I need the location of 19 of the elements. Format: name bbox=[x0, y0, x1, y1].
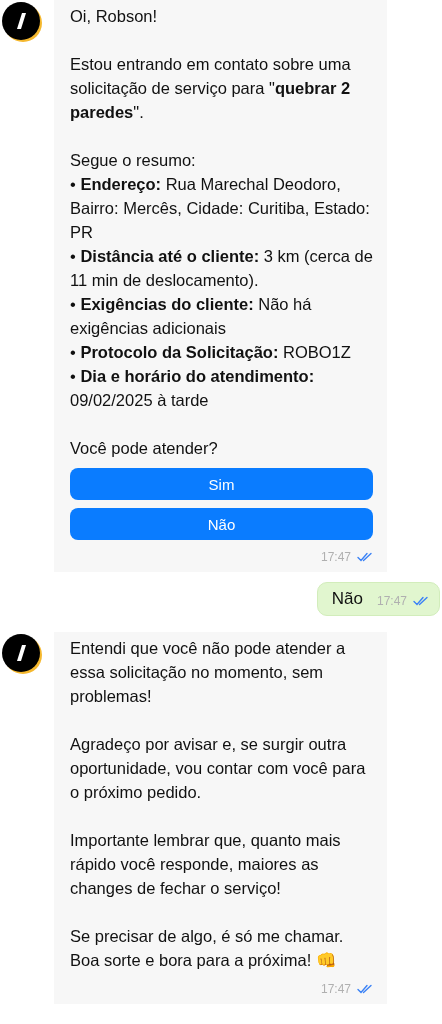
message-text: Entendi que você não pode atender a essa solicitação no momento, sem problemas! bbox=[70, 638, 347, 707]
summary-item: • Protocolo da Solicitação: ROBO1Z bbox=[70, 342, 352, 363]
message-text: Se precisar de algo, é só me chamar. Boa sorte e bora para a próxima! 👊 bbox=[70, 926, 345, 971]
message-time: 17:47 bbox=[320, 550, 351, 564]
message-text: Estou entrando em contato sobre uma solicitação de serviço para "quebrar 2 paredes". bbox=[70, 54, 352, 123]
message-text: Você pode atender? bbox=[70, 438, 219, 459]
summary-item: • Distância até o cliente: 3 km (cerca de 11 min de deslocamento). bbox=[70, 246, 373, 291]
message-text: Oi, Robson! bbox=[70, 6, 159, 27]
message-text: Não bbox=[331, 589, 363, 609]
message-time: 17:47 bbox=[376, 594, 407, 608]
summary-item: • Dia e horário do atendimento: 09/02/2025 à tarde bbox=[70, 366, 316, 411]
message-text: Agradeço por avisar e, se surgir outra oportunidade, vou contar com você para o próximo pedido. bbox=[70, 734, 367, 803]
message-text: Segue o resumo: bbox=[70, 150, 197, 171]
message-text: Importante lembrar que, quanto mais rápido você responde, maiores as changes de fechar o serviço! bbox=[70, 830, 342, 899]
message-time: 17:47 bbox=[320, 982, 351, 996]
summary-item: • Endereço: Rua Marechal Deodoro, Bairro: Mercês, Cidade: Curitiba, Estado: PR bbox=[70, 174, 371, 243]
reply-button[interactable]: Não bbox=[70, 508, 373, 540]
summary-item: • Exigências do cliente: Não há exigências adicionais bbox=[70, 294, 313, 339]
reply-button[interactable]: Sim bbox=[70, 468, 373, 500]
